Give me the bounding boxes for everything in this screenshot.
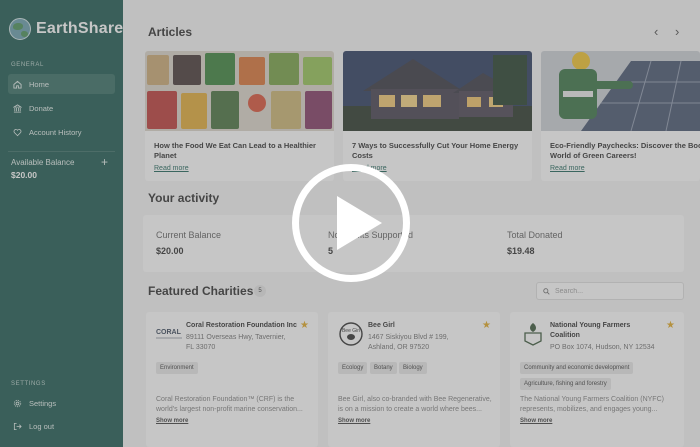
play-icon (337, 196, 382, 250)
play-button[interactable] (292, 164, 410, 282)
video-overlay[interactable] (0, 0, 700, 447)
